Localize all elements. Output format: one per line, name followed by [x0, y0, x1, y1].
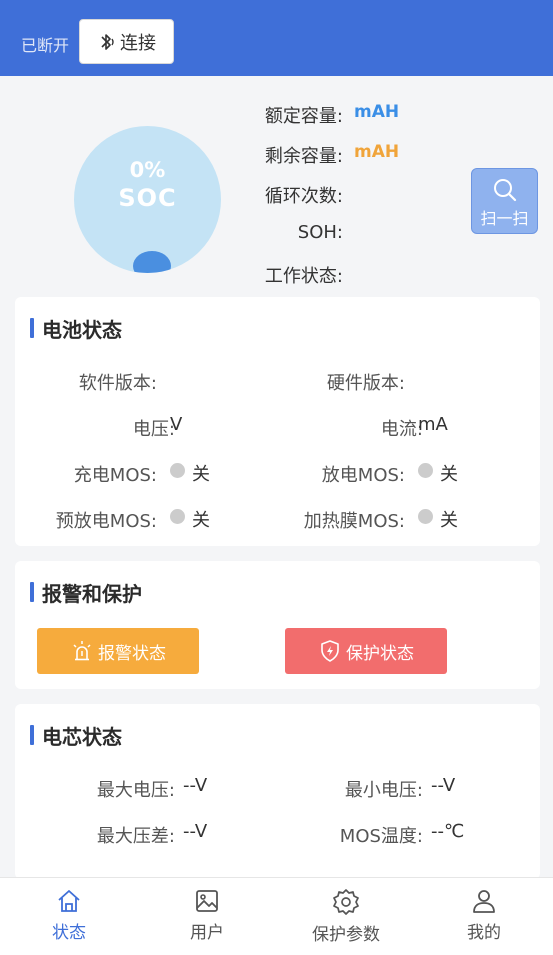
bluetooth-icon — [101, 33, 114, 50]
min-voltage-value: --V — [431, 775, 456, 796]
tab-mine-label: 我的 — [467, 923, 501, 943]
current-label: 电流: — [380, 419, 423, 440]
alarm-status-button[interactable]: 报警状态 — [37, 628, 199, 674]
max-voltage-label: 最大电压: — [96, 780, 175, 801]
connect-button[interactable]: 连接 — [79, 19, 174, 64]
discharge-mos-label: 放电MOS: — [321, 465, 405, 486]
cell-status-card: 电芯状态 最大电压: --V 最小电压: --V 最大压差: --V MOS温度… — [15, 704, 540, 879]
scan-button[interactable]: 扫一扫 — [471, 168, 538, 234]
mos-temperature-label: MOS温度: — [339, 826, 423, 847]
discharge-mos-indicator — [418, 463, 433, 478]
soc-percent: 0% — [129, 158, 166, 182]
bottom-tab-bar: 状态 用户 保护参数 我的 — [0, 877, 553, 955]
cell-status-title: 电芯状态 — [30, 724, 122, 749]
battery-summary: 0% SOC 额定容量: mAH 剩余容量: mAH 循环次数: SOH: 工作… — [0, 76, 553, 297]
tab-protection-params-label: 保护参数 — [312, 925, 380, 945]
software-version-label: 软件版本: — [78, 373, 157, 394]
predischarge-mos-label: 预放电MOS: — [55, 511, 157, 532]
voltage-label: 电压: — [132, 419, 175, 440]
protect-status-label: 保护状态 — [346, 643, 414, 664]
person-icon — [473, 890, 495, 913]
discharge-mos-value: 关 — [440, 464, 458, 485]
charge-mos-label: 充电MOS: — [73, 465, 157, 486]
home-icon — [58, 890, 80, 912]
heater-mos-value: 关 — [440, 510, 458, 531]
alarm-status-label: 报警状态 — [98, 643, 166, 664]
battery-status-card: 电池状态 软件版本: 硬件版本: 电压: V 电流: mA 充电MOS: 关 放… — [15, 297, 540, 546]
connection-status: 已断开 — [21, 36, 70, 55]
rated-capacity-value: mAH — [354, 102, 400, 122]
max-voltage-diff-value: --V — [183, 821, 208, 842]
battery-status-title-text: 电池状态 — [42, 317, 122, 342]
charge-mos-value: 关 — [192, 464, 210, 485]
scan-label: 扫一扫 — [480, 209, 529, 228]
voltage-value: V — [170, 414, 183, 435]
remaining-capacity-label: 剩余容量: — [264, 146, 343, 167]
title-accent-bar — [30, 318, 34, 338]
alarm-protect-title: 报警和保护 — [30, 581, 142, 606]
battery-status-title: 电池状态 — [30, 317, 122, 342]
tab-user-label: 用户 — [190, 923, 224, 943]
remaining-capacity-value: mAH — [354, 142, 400, 162]
image-icon — [196, 890, 218, 912]
alarm-light-icon — [73, 641, 91, 661]
predischarge-mos-indicator — [170, 509, 185, 524]
gear-icon — [333, 889, 359, 915]
charge-mos-indicator — [170, 463, 185, 478]
soc-label: SOC — [118, 184, 177, 212]
tab-mine[interactable]: 我的 — [415, 878, 553, 955]
title-accent-bar — [30, 725, 34, 745]
alarm-protect-title-text: 报警和保护 — [42, 581, 142, 606]
shield-icon — [321, 640, 339, 662]
max-voltage-value: --V — [183, 775, 208, 796]
tab-user[interactable]: 用户 — [138, 878, 276, 955]
title-accent-bar — [30, 582, 34, 602]
soc-level-wave — [133, 251, 171, 273]
cell-status-title-text: 电芯状态 — [42, 724, 122, 749]
min-voltage-label: 最小电压: — [344, 780, 423, 801]
soh-label: SOH: — [297, 222, 343, 243]
connect-label: 连接 — [120, 32, 156, 54]
tab-status-label: 状态 — [52, 923, 86, 943]
max-voltage-diff-label: 最大压差: — [96, 826, 175, 847]
current-value: mA — [418, 414, 448, 435]
rated-capacity-label: 额定容量: — [264, 106, 343, 127]
predischarge-mos-value: 关 — [192, 510, 210, 531]
heater-mos-indicator — [418, 509, 433, 524]
top-header: 已断开 连接 — [0, 0, 553, 76]
soc-gauge: 0% SOC — [74, 126, 221, 273]
hardware-version-label: 硬件版本: — [326, 373, 405, 394]
cycle-count-label: 循环次数: — [264, 186, 343, 207]
alarm-protect-card: 报警和保护 报警状态 保护状态 — [15, 561, 540, 689]
work-status-label: 工作状态: — [264, 266, 343, 287]
search-icon — [493, 179, 516, 202]
heater-mos-label: 加热膜MOS: — [303, 511, 405, 532]
protect-status-button[interactable]: 保护状态 — [285, 628, 447, 674]
mos-temperature-value: --℃ — [431, 821, 465, 842]
tab-protection-params[interactable]: 保护参数 — [277, 878, 415, 955]
tab-status[interactable]: 状态 — [0, 878, 138, 955]
